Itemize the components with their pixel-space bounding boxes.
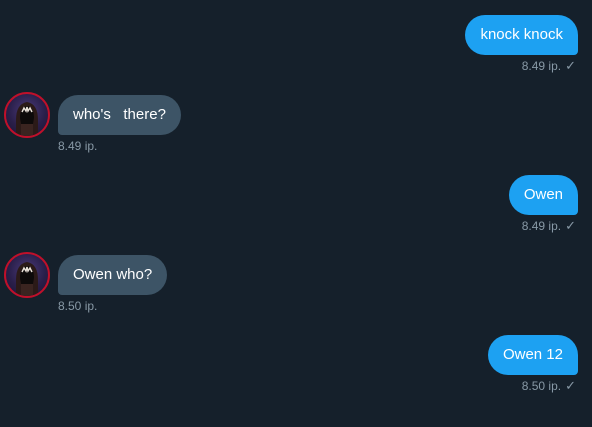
check-icon: ✓ xyxy=(565,58,576,73)
outgoing-message-bubble[interactable]: Owen 12 xyxy=(487,335,578,375)
avatar[interactable] xyxy=(4,92,50,138)
message-timestamp: 8.49 ip. xyxy=(58,139,98,153)
outgoing-message-bubble[interactable]: knock knock xyxy=(465,15,578,55)
message-meta: 8.49 ip. ✓ xyxy=(521,58,576,74)
check-icon: ✓ xyxy=(565,218,576,233)
message-timestamp: 8.49 ip. xyxy=(521,219,562,233)
check-icon: ✓ xyxy=(565,378,576,393)
message-timestamp: 8.49 ip. xyxy=(521,59,562,73)
message-meta: 8.49 ip. ✓ xyxy=(521,218,576,234)
avatar[interactable] xyxy=(4,252,50,298)
hooded-figure-avatar-icon xyxy=(16,102,38,136)
outgoing-message-bubble[interactable]: Owen xyxy=(508,175,578,215)
message-timestamp: 8.50 ip. xyxy=(521,379,562,393)
incoming-message-bubble[interactable]: Owen who? xyxy=(58,255,168,295)
message-meta: 8.50 ip. ✓ xyxy=(521,378,576,394)
hooded-figure-avatar-icon xyxy=(16,262,38,296)
message-timestamp: 8.50 ip. xyxy=(58,299,98,313)
incoming-message-bubble[interactable]: who's there? xyxy=(58,95,181,135)
